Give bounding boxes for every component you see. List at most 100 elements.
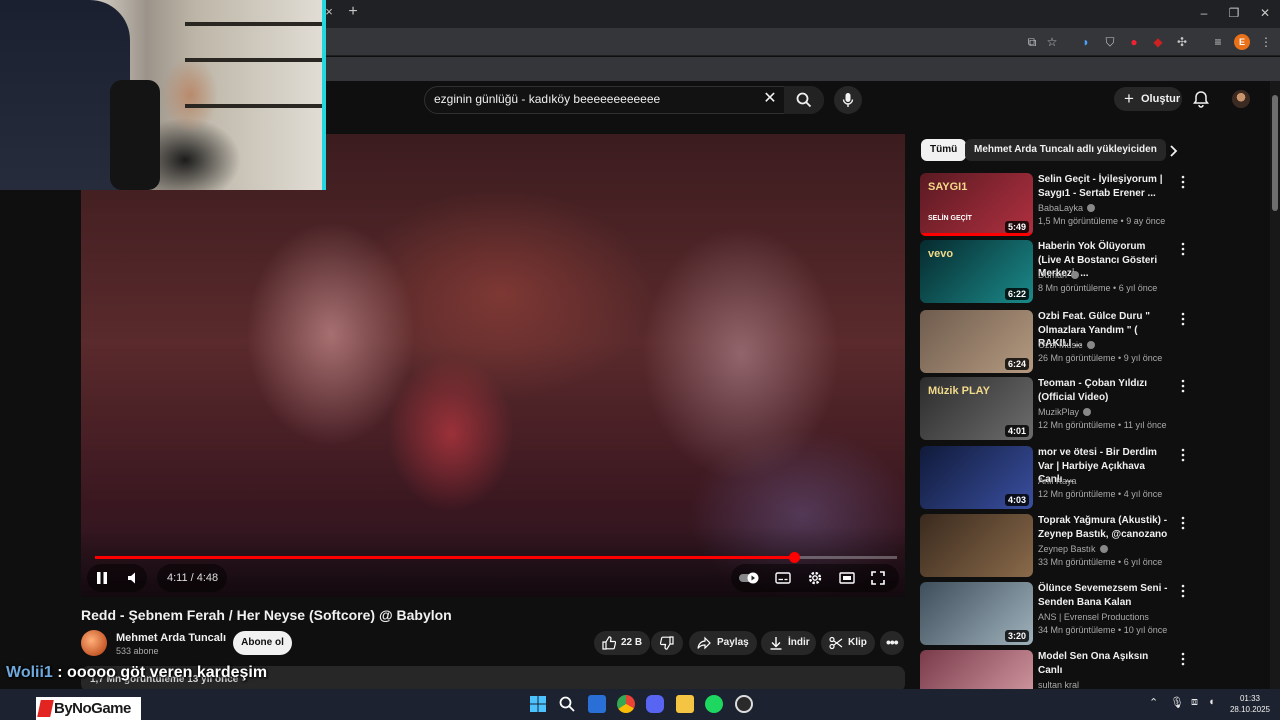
recommendation-channel[interactable]: Zeynep Bastık bbox=[1038, 544, 1108, 554]
profile-avatar-icon[interactable]: E bbox=[1234, 34, 1250, 50]
tag-extension-icon[interactable]: ◆ bbox=[1150, 34, 1166, 50]
taskbar-search-icon[interactable] bbox=[558, 695, 576, 713]
chip-all[interactable]: Tümü bbox=[921, 139, 967, 161]
fullscreen-icon[interactable] bbox=[871, 571, 885, 585]
recommendation-channel[interactable]: Duman bbox=[1038, 270, 1080, 280]
create-button[interactable]: + Oluştur bbox=[1114, 87, 1182, 111]
more-options-icon[interactable] bbox=[1178, 448, 1188, 462]
recommendation-channel[interactable]: MuzikPlay bbox=[1038, 407, 1092, 417]
more-options-icon[interactable] bbox=[1178, 516, 1188, 530]
video-thumbnail[interactable]: Müzik PLAY 4:01 bbox=[920, 377, 1033, 440]
verified-check-icon bbox=[1087, 204, 1096, 212]
voice-search-button[interactable] bbox=[834, 86, 862, 114]
recommendation-channel[interactable]: ANS | Evrensel Productions bbox=[1038, 612, 1149, 622]
settings-gear-icon[interactable] bbox=[807, 570, 823, 586]
media-queue-icon[interactable]: ≡ bbox=[1210, 34, 1226, 50]
recommendation-title[interactable]: Selin Geçit - İyileşiyorum | Saygı1 - Se… bbox=[1038, 173, 1168, 200]
puzzle-extensions-icon[interactable]: ✣ bbox=[1174, 34, 1190, 50]
subscribe-button[interactable]: Abone ol bbox=[233, 631, 292, 655]
search-button[interactable] bbox=[784, 86, 824, 114]
more-options-icon[interactable] bbox=[1178, 312, 1188, 326]
notifications-bell-icon[interactable] bbox=[1192, 90, 1210, 108]
time-display: 4:11 / 4:48 bbox=[167, 572, 219, 584]
more-options-icon[interactable] bbox=[1178, 175, 1188, 189]
chip-from-uploader[interactable]: Mehmet Arda Tuncalı adlı yükleyiciden bbox=[965, 139, 1166, 161]
more-options-icon[interactable] bbox=[1178, 652, 1188, 666]
more-options-icon[interactable] bbox=[1178, 379, 1188, 393]
discord-icon[interactable] bbox=[646, 695, 664, 713]
volume-icon[interactable] bbox=[127, 571, 141, 585]
download-button[interactable]: İndir bbox=[761, 631, 816, 655]
channel-avatar[interactable] bbox=[81, 630, 107, 656]
extension-icon[interactable]: ◗ bbox=[1078, 34, 1094, 50]
tray-network-icon[interactable]: ⧈ bbox=[1191, 696, 1198, 709]
recommendation-title[interactable]: Toprak Yağmura (Akustik) - Zeynep Bastık… bbox=[1038, 514, 1168, 541]
video-thumbnail[interactable] bbox=[920, 514, 1033, 577]
subscriber-count: 533 abone bbox=[116, 646, 159, 656]
scrollbar-thumb[interactable] bbox=[1272, 95, 1278, 211]
tray-chevron-icon[interactable]: ⌃ bbox=[1149, 696, 1158, 709]
file-explorer-icon[interactable] bbox=[676, 695, 694, 713]
video-thumbnail[interactable]: 4:03 bbox=[920, 446, 1033, 509]
record-extension-icon[interactable]: ● bbox=[1126, 34, 1142, 50]
webcam-shelf bbox=[185, 22, 325, 26]
bookmark-star-icon[interactable]: ☆ bbox=[1044, 34, 1060, 50]
webcam-accent-border bbox=[322, 0, 326, 190]
new-tab-button[interactable]: + bbox=[345, 4, 361, 20]
subtitles-icon[interactable] bbox=[775, 572, 791, 584]
recommendation-channel[interactable]: Ozbi Music bbox=[1038, 340, 1095, 350]
chat-username: Wolii1 bbox=[6, 664, 53, 681]
recommendation-meta: 12 Mn görüntüleme • 4 yıl önce bbox=[1038, 489, 1163, 499]
chevron-right-icon[interactable] bbox=[1164, 142, 1182, 160]
install-app-icon[interactable]: ⧉ bbox=[1024, 34, 1040, 50]
more-options-icon[interactable] bbox=[1178, 584, 1188, 598]
pause-icon[interactable] bbox=[96, 571, 108, 585]
tray-microphone-icon[interactable]: 🎙︎ bbox=[1170, 696, 1184, 709]
recommendation-item[interactable]: vevo 6:22 Haberin Yok Ölüyorum (Live At Bo… bbox=[920, 240, 1270, 304]
more-options-icon[interactable] bbox=[1178, 242, 1188, 256]
recommendation-title[interactable]: Model Sen Ona Aşıksın Canlı bbox=[1038, 650, 1168, 677]
share-button[interactable]: Paylaş bbox=[689, 631, 757, 655]
video-player[interactable]: 4:11 / 4:48 bbox=[81, 134, 905, 597]
recommendation-item[interactable]: Müzik PLAY 4:01 Teoman - Çoban Yıldızı (Of… bbox=[920, 377, 1270, 441]
obs-icon[interactable] bbox=[735, 695, 753, 713]
recommendation-channel[interactable]: Anıl Kaya bbox=[1038, 476, 1077, 486]
recommendation-meta: 12 Mn görüntüleme • 11 yıl önce bbox=[1038, 420, 1167, 430]
recommendation-item[interactable]: Toprak Yağmura (Akustik) - Zeynep Bastık… bbox=[920, 514, 1270, 578]
recommendation-item[interactable]: SAYGI1 SELİN GEÇİT 5:49 Selin Geçit - İyile… bbox=[920, 173, 1270, 237]
maximize-button[interactable]: ❐ bbox=[1225, 5, 1243, 21]
clear-search-icon[interactable]: ✕ bbox=[762, 90, 778, 108]
channel-name[interactable]: Mehmet Arda Tuncalı bbox=[116, 632, 226, 644]
recommendation-channel[interactable]: BabaLayka bbox=[1038, 203, 1096, 213]
browser-menu-icon[interactable]: ⋮ bbox=[1258, 34, 1274, 50]
spotify-icon[interactable] bbox=[705, 695, 723, 713]
video-thumbnail[interactable]: 3:20 bbox=[920, 582, 1033, 645]
search-query-text[interactable]: ezginin günlüğü - kadıköy beeeeeeeeeeee bbox=[434, 92, 660, 106]
windows-start-icon[interactable] bbox=[529, 695, 547, 713]
dislike-button[interactable] bbox=[651, 631, 683, 655]
thumbnail-text: SAYGI1 bbox=[928, 181, 968, 193]
recommendation-item[interactable]: 6:24 Ozbi Feat. Gülce Duru " Olmazlara Ya… bbox=[920, 310, 1270, 374]
minimize-button[interactable]: – bbox=[1195, 5, 1213, 21]
chrome-icon[interactable] bbox=[617, 695, 635, 713]
more-actions-button[interactable]: ••• bbox=[880, 631, 904, 655]
account-avatar[interactable] bbox=[1232, 90, 1250, 108]
video-thumbnail[interactable]: vevo 6:22 bbox=[920, 240, 1033, 303]
theater-mode-icon[interactable] bbox=[839, 572, 855, 584]
like-button[interactable]: 22 B bbox=[594, 631, 650, 655]
autoplay-toggle-icon[interactable] bbox=[739, 572, 761, 584]
progress-bar[interactable] bbox=[95, 552, 897, 563]
recommendation-title[interactable]: Ölünce Sevemezsem Seni - Senden Bana Kal… bbox=[1038, 582, 1168, 609]
page-scrollbar[interactable] bbox=[1270, 81, 1280, 689]
taskbar-clock[interactable]: 01:33 28.10.2025 bbox=[1228, 693, 1272, 715]
clip-button[interactable]: Klip bbox=[821, 631, 875, 655]
shield-extension-icon[interactable]: ⛉ bbox=[1102, 34, 1118, 50]
taskbar-app-icon[interactable] bbox=[588, 695, 606, 713]
tray-volume-icon[interactable]: ◖ bbox=[1208, 696, 1215, 708]
recommendation-title[interactable]: Teoman - Çoban Yıldızı (Official Video) bbox=[1038, 377, 1168, 404]
video-thumbnail[interactable]: 6:24 bbox=[920, 310, 1033, 373]
recommendation-item[interactable]: 4:03 mor ve ötesi - Bir Derdim Var | Harb… bbox=[920, 446, 1270, 510]
recommendation-item[interactable]: 3:20 Ölünce Sevemezsem Seni - Senden Bana… bbox=[920, 582, 1270, 646]
close-window-button[interactable]: ✕ bbox=[1256, 5, 1274, 21]
video-thumbnail[interactable]: SAYGI1 SELİN GEÇİT 5:49 bbox=[920, 173, 1033, 236]
